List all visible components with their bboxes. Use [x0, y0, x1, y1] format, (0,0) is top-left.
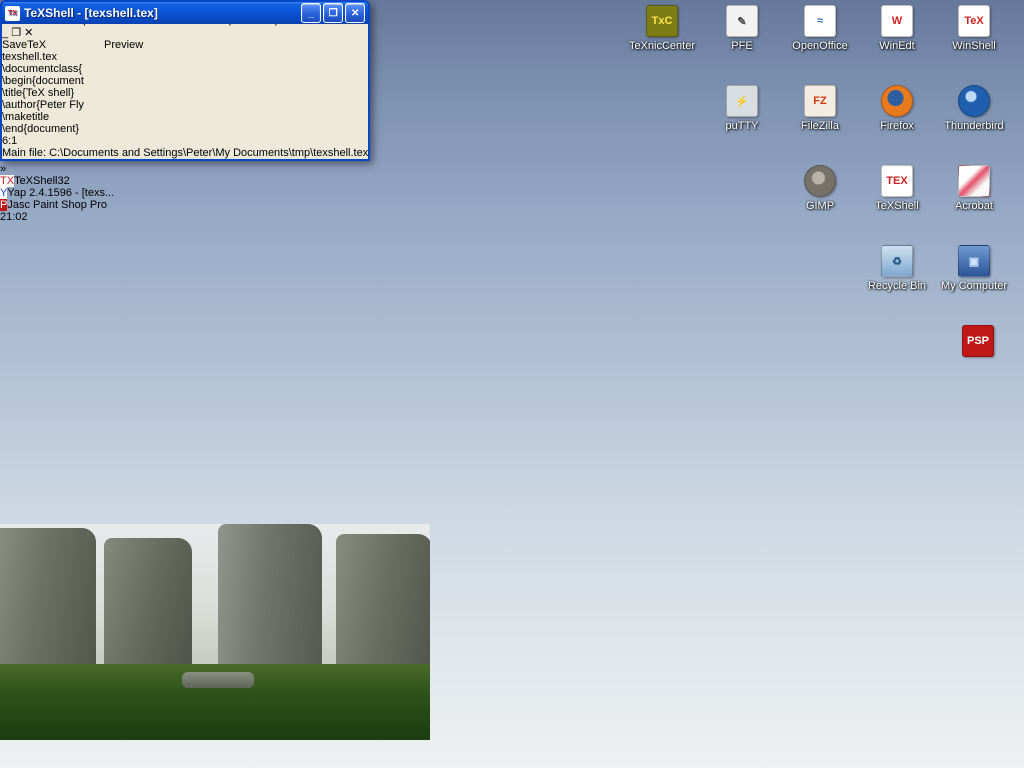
psp-icon: PSP: [962, 325, 994, 357]
acrobat-icon: [958, 165, 990, 197]
putty-icon: ⚡: [726, 85, 758, 117]
filezilla-icon: FZ: [804, 85, 836, 117]
desktop-icon-recycle-bin[interactable]: ♻ Recycle Bin: [859, 245, 935, 292]
desktop-icon-texshell[interactable]: TEX TeXShell: [859, 165, 935, 212]
texniccenter-icon: TxC: [646, 5, 678, 37]
desktop-icon-label: WinShell: [936, 40, 1012, 52]
pfe-icon: ✎: [726, 5, 758, 37]
desktop-icon-openoffice[interactable]: ≈ OpenOffice: [782, 5, 858, 52]
openoffice-icon: ≈: [804, 5, 836, 37]
desktop-icon-label: My Computer: [936, 280, 1012, 292]
texshell-icon: TEX: [881, 165, 913, 197]
winshell-icon: TeX: [958, 5, 990, 37]
desktop-icon-acrobat[interactable]: Acrobat: [936, 165, 1012, 212]
thunderbird-icon: [958, 85, 990, 117]
desktop-icon-pfe[interactable]: ✎ PFE: [704, 5, 780, 52]
desktop-icon-label: FileZilla: [782, 120, 858, 132]
desktop-icon-winedt[interactable]: W WinEdt: [859, 5, 935, 52]
desktop-icon-label: TeXnicCenter: [624, 40, 700, 52]
desktop-icon-gimp[interactable]: GIMP: [782, 165, 858, 212]
desktop-icon-label: WinEdt: [859, 40, 935, 52]
desktop-icon-filezilla[interactable]: FZ FileZilla: [782, 85, 858, 132]
desktop-icon-label: puTTY: [704, 120, 780, 132]
desktop-icon-texniccenter[interactable]: TxC TeXnicCenter: [624, 5, 700, 52]
desktop-icon-thunderbird[interactable]: Thunderbird: [936, 85, 1012, 132]
desktop-icon-firefox[interactable]: Firefox: [859, 85, 935, 132]
desktop-icon-label: TeXShell: [859, 200, 935, 212]
desktop-icon-label: Recycle Bin: [859, 280, 935, 292]
desktop-icon-winshell[interactable]: TeX WinShell: [936, 5, 1012, 52]
desktop-icon-label: OpenOffice: [782, 40, 858, 52]
desktop-icon-label: PFE: [704, 40, 780, 52]
desktop-icon-my-computer[interactable]: ▣ My Computer: [936, 245, 1012, 292]
screen: TxCTeXnicCenter✎PFE≈OpenOfficeWWinEdtTeX…: [0, 0, 1024, 768]
desktop-icon-putty[interactable]: ⚡ puTTY: [704, 85, 780, 132]
desktop-icons: TxCTeXnicCenter✎PFE≈OpenOfficeWWinEdtTeX…: [0, 0, 1024, 768]
desktop-icon-label: GIMP: [782, 200, 858, 212]
firefox-icon: [881, 85, 913, 117]
desktop-icon-label: Firefox: [859, 120, 935, 132]
gimp-icon: [804, 165, 836, 197]
my-computer-icon: ▣: [958, 245, 990, 277]
desktop-icon-label: Thunderbird: [936, 120, 1012, 132]
desktop-icon-psp[interactable]: PSP: [940, 325, 1016, 357]
winedt-icon: W: [881, 5, 913, 37]
desktop-icon-label: Acrobat: [936, 200, 1012, 212]
recycle-bin-icon: ♻: [881, 245, 913, 277]
